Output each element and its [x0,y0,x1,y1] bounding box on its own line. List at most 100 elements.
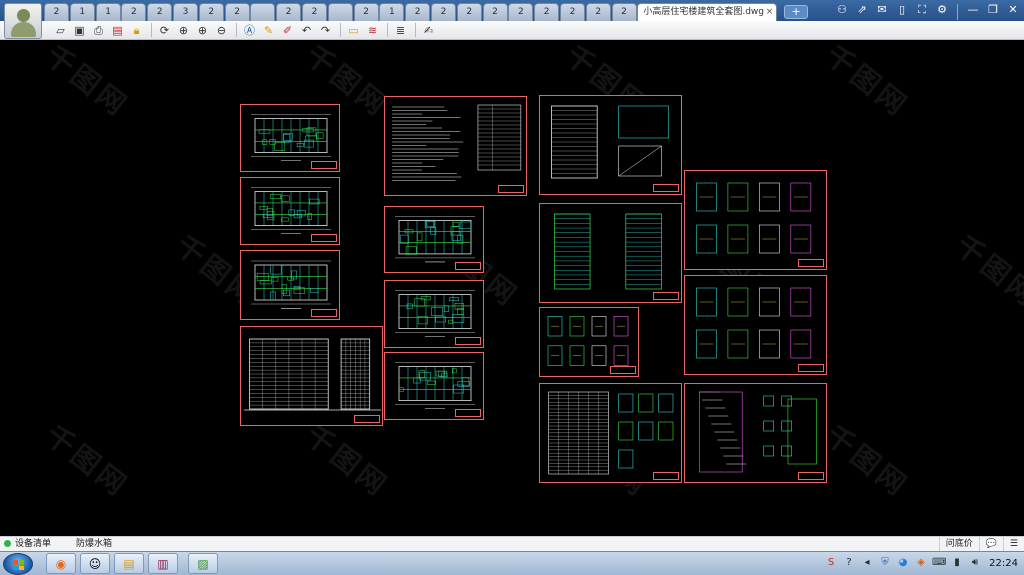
document-tab[interactable]: 2 [121,3,147,21]
browser-taskbar-icon[interactable]: ◉ [46,553,76,574]
drawing-sheet[interactable] [539,95,682,195]
document-tab[interactable]: 3 [172,3,198,21]
document-tab[interactable]: 1 [95,3,121,21]
shield-icon[interactable]: ⛨ [878,555,892,571]
document-tab[interactable]: 2 [430,3,456,21]
document-tab[interactable]: 2 [508,3,534,21]
title-block [653,292,679,300]
ask-price-button[interactable]: 问底价 [938,537,979,552]
tab-active-document[interactable]: 小高层住宅楼建筑全套图.dwg × [637,3,778,21]
document-tab[interactable]: 2 [559,3,585,21]
feedback-icon[interactable]: 💬 [978,537,1003,552]
document-tab[interactable]: 2 [224,3,250,21]
drawing-sheet[interactable] [384,280,484,348]
drawing-sheet[interactable] [240,326,383,426]
print-icon[interactable]: ⎙ [90,23,107,38]
close-button[interactable]: ✕ [1006,2,1020,18]
user-avatar[interactable] [4,3,42,39]
export-pdf-icon[interactable]: ▤ [109,23,126,38]
share-icon[interactable]: ⇗ [855,2,869,18]
document-tab[interactable]: 2 [198,3,224,21]
tab-bar: 211223222221222222222 小高层住宅楼建筑全套图.dwg × … [0,0,1024,39]
help-icon[interactable]: ? [842,555,856,571]
zoom-window-icon[interactable]: ⊕ [175,23,192,38]
document-tab[interactable]: 2 [585,3,611,21]
document-tab[interactable]: 2 [147,3,173,21]
zoom-out-icon[interactable]: ⊖ [213,23,230,38]
system-tray: S ? ◂ ⛨ ◕ ◈ ⌨ ▮ 🔊︎ [824,555,982,571]
document-tab[interactable]: 2 [44,3,69,21]
document-tab[interactable]: 2 [276,3,302,21]
document-tab[interactable] [327,3,353,21]
device-list-link[interactable]: 设备清单 [4,538,51,551]
lock-icon[interactable]: 🔒︎ [128,23,145,38]
status-bar: 设备清单 防爆水箱 问底价 💬 ☰ [0,536,1024,552]
photo-viewer-taskbar-icon[interactable]: ▨ [188,553,218,574]
anti-fog-link[interactable]: 防爆水箱 [76,538,112,551]
drawing-sheet[interactable] [384,96,527,196]
fullscreen-icon[interactable]: ⛶ [915,2,929,18]
pencil-icon[interactable]: ✎ [260,23,277,38]
drawing-sheet[interactable] [684,170,827,270]
chat-icon[interactable]: ✉ [875,2,889,18]
drawing-sheet[interactable] [684,383,827,483]
security-tray-icon[interactable]: ◈ [914,555,928,571]
drawing-canvas[interactable]: 千图网千图网千图网千图网千图网千图网千图网千图网千图网千图网千图网千图网 [0,40,1024,536]
explorer-taskbar-icon[interactable]: ▤ [114,553,144,574]
avatar-head-icon [17,9,30,22]
title-block [798,259,824,267]
document-tab[interactable]: 1 [69,3,95,21]
layers-icon[interactable]: ≣ [392,23,409,38]
keyboard-icon[interactable]: ⌨ [932,555,946,571]
drawing-sheet[interactable] [539,203,682,303]
rotate-icon[interactable]: ⟳ [156,23,173,38]
redo-icon[interactable]: ↷ [317,23,334,38]
drawing-sheet[interactable] [539,307,639,377]
tab-close-icon[interactable]: × [766,4,774,21]
drawing-sheet[interactable] [240,250,340,320]
sheet-drawing [243,338,382,411]
edit-doc-icon[interactable]: ✍ [420,23,437,38]
pen-icon[interactable]: ✐ [279,23,296,38]
input-method-icon[interactable]: S [824,555,838,571]
document-tab[interactable]: 2 [456,3,482,21]
text-icon[interactable]: Ⓐ [241,23,258,38]
minimize-button[interactable]: — [966,2,980,18]
save-icon[interactable]: ▣ [71,23,88,38]
document-tab[interactable]: 2 [482,3,508,21]
restore-button[interactable]: ❐ [986,2,1000,18]
drawing-sheet[interactable] [539,383,682,483]
document-tab[interactable] [250,3,276,21]
document-tab[interactable]: 2 [301,3,327,21]
menu-icon[interactable]: ☰ [1002,537,1024,552]
document-tab[interactable]: 2 [534,3,560,21]
document-tab[interactable]: 2 [353,3,379,21]
winrar-taskbar-icon[interactable]: ▥ [148,553,178,574]
document-tab[interactable]: 1 [379,3,405,21]
dimension-icon[interactable]: ≋ [364,23,381,38]
document-tabs: 211223222221222222222 小高层住宅楼建筑全套图.dwg × … [44,3,809,21]
drawing-sheet[interactable] [384,352,484,420]
open-folder-icon[interactable]: ▱ [52,23,69,38]
measure-icon[interactable]: ▭ [345,23,362,38]
new-tab-button[interactable]: + [784,5,809,19]
zoom-in-icon[interactable]: ⊕ [194,23,211,38]
document-tab[interactable]: 2 [405,3,431,21]
drawing-sheet[interactable] [384,206,484,273]
undo-icon[interactable]: ↶ [298,23,315,38]
document-tab[interactable]: 2 [611,3,637,21]
drawing-sheet[interactable] [684,275,827,375]
drawing-sheet[interactable] [240,177,340,245]
volume-icon[interactable]: 🔊︎ [968,555,982,571]
start-button[interactable] [3,553,33,575]
network-icon[interactable]: ▮ [950,555,964,571]
drawing-sheet[interactable] [240,104,340,172]
contacts-icon[interactable]: ⚇ [835,2,849,18]
qq-taskbar-icon[interactable]: ☺ [80,553,110,574]
settings-icon[interactable]: ⚙ [935,2,949,18]
watermark-text: 千图网 [819,418,916,504]
avatar-body-icon [11,22,36,37]
phone-icon[interactable]: ▯ [895,2,909,18]
tray-arrow-icon[interactable]: ◂ [860,555,874,571]
qq-tray-icon[interactable]: ◕ [896,555,910,571]
